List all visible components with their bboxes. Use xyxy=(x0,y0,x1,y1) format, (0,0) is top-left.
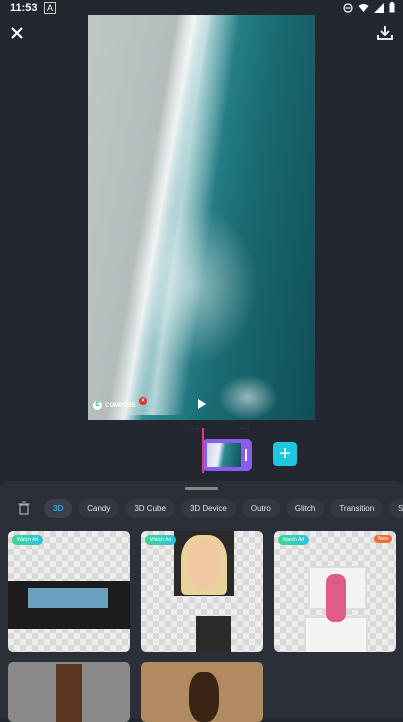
ruler-mark: ·· ·· xyxy=(190,426,200,432)
effect-thumbnail xyxy=(326,574,346,622)
playhead[interactable] xyxy=(202,428,204,473)
effect-thumbnail xyxy=(187,539,221,589)
clip-thumbnail xyxy=(207,443,241,467)
tab-3d-cube[interactable]: 3D Cube xyxy=(125,499,175,518)
trash-button[interactable] xyxy=(18,501,30,515)
effect-card[interactable]: Watch Ad xyxy=(8,531,130,652)
foam-overlay xyxy=(128,205,258,365)
watch-ad-badge: Watch Ad xyxy=(12,535,44,545)
watermark-text: COMPOSE xyxy=(105,402,136,409)
effect-card[interactable] xyxy=(141,662,263,722)
play-icon[interactable] xyxy=(198,399,206,409)
watch-ad-badge: Watch Ad xyxy=(145,535,177,545)
notification-icon: A xyxy=(44,2,57,14)
add-clip-button[interactable]: + xyxy=(273,442,297,466)
effect-card[interactable] xyxy=(8,662,130,722)
close-icon xyxy=(11,27,23,39)
effect-thumbnail xyxy=(189,672,219,722)
effects-panel: 3D Candy 3D Cube 3D Device Outro Glitch … xyxy=(0,481,403,722)
tab-spin[interactable]: Spin xyxy=(389,499,403,518)
effect-card[interactable]: Watch Ad xyxy=(141,531,263,652)
effect-thumbnail xyxy=(56,664,82,722)
tab-3d-device[interactable]: 3D Device xyxy=(180,499,236,518)
download-icon xyxy=(377,26,393,40)
clip-trim-handle[interactable] xyxy=(245,449,247,461)
effect-thumbnail xyxy=(196,616,231,652)
new-badge: New xyxy=(373,535,392,543)
compose-logo-icon: C xyxy=(93,401,102,410)
plus-icon: + xyxy=(279,443,291,465)
foam-overlay xyxy=(218,375,278,420)
watch-ad-badge: Watch Ad xyxy=(278,535,310,545)
tab-3d[interactable]: 3D xyxy=(44,499,73,518)
drag-handle[interactable] xyxy=(185,487,218,490)
effect-thumbnail xyxy=(28,588,108,608)
timeline-clip[interactable] xyxy=(202,439,252,471)
status-icons xyxy=(343,2,395,13)
signal-icon xyxy=(374,2,384,13)
watermark: C COMPOSE × xyxy=(93,397,147,410)
effect-card[interactable]: Watch Ad New xyxy=(274,531,396,652)
video-preview[interactable]: C COMPOSE × xyxy=(88,15,315,420)
wifi-icon xyxy=(358,3,369,12)
tab-outro[interactable]: Outro xyxy=(241,499,280,518)
remove-watermark-icon[interactable]: × xyxy=(139,397,147,405)
download-button[interactable] xyxy=(375,24,395,42)
close-button[interactable] xyxy=(8,24,26,42)
status-time: 11:53 xyxy=(10,2,38,14)
ruler-mark: ·· ·· xyxy=(239,426,250,432)
effect-tabs: 3D Candy 3D Cube 3D Device Outro Glitch … xyxy=(44,499,403,518)
trash-icon xyxy=(18,501,30,515)
tab-candy[interactable]: Candy xyxy=(78,499,120,518)
tab-glitch[interactable]: Glitch xyxy=(285,499,325,518)
dnd-icon xyxy=(343,2,353,13)
tab-transition[interactable]: Transition xyxy=(330,499,384,518)
battery-icon xyxy=(389,2,395,13)
timeline-ruler: ·· ·· ·· ·· xyxy=(190,426,249,432)
